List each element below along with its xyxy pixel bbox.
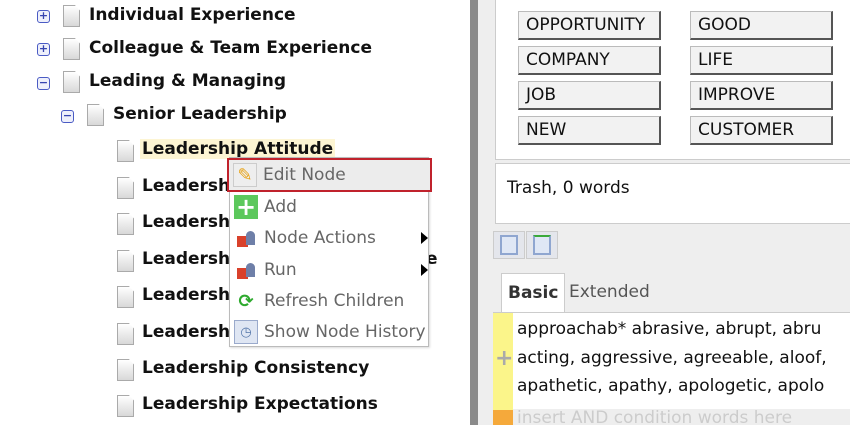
panel-splitter[interactable]	[470, 0, 478, 425]
expand-icon[interactable]: +	[37, 10, 50, 23]
pencil-icon: ✎	[233, 163, 257, 187]
condition-line: apathetic, apathy, apologetic, apolo	[517, 376, 825, 396]
refresh-icon: ⟳	[238, 290, 254, 312]
tree-node-colleague-team-experience[interactable]: Colleague & Team Experience	[89, 38, 372, 58]
menu-item-label: Show Node History	[264, 322, 426, 342]
file-icon	[117, 323, 134, 345]
menu-item-label: Edit Node	[263, 165, 346, 185]
menu-item-label: Refresh Children	[264, 291, 405, 311]
file-icon	[63, 38, 80, 60]
or-condition-strip: +	[493, 313, 513, 410]
tree-node-leadership[interactable]: Leadershi	[142, 176, 236, 196]
word-button[interactable]: LIFE	[690, 46, 833, 75]
category-tree-panel: + Individual Experience + Colleague & Te…	[0, 0, 470, 425]
menu-item-node-actions[interactable]: Node Actions	[230, 223, 428, 253]
word-button[interactable]: NEW	[518, 116, 661, 145]
word-button[interactable]: OPPORTUNITY	[518, 11, 661, 40]
menu-item-run[interactable]: Run	[230, 255, 428, 285]
file-icon	[63, 71, 80, 93]
tree-node-leadership-attitude[interactable]: Leadership Attitude	[140, 139, 336, 159]
tab-extended[interactable]: Extended	[563, 273, 656, 312]
tree-node-leadership[interactable]: Leadershi	[142, 249, 236, 269]
menu-item-label: Node Actions	[264, 228, 376, 248]
node-editor-panel: OPPORTUNITY GOOD COMPANY LIFE JOB IMPROV…	[478, 0, 850, 428]
trash-box[interactable]: Trash, 0 words	[495, 163, 850, 224]
collapse-icon[interactable]: −	[37, 77, 50, 90]
file-icon	[117, 177, 134, 199]
word-suggestions-box: OPPORTUNITY GOOD COMPANY LIFE JOB IMPROV…	[495, 0, 850, 160]
word-button[interactable]: COMPANY	[518, 46, 661, 75]
tree-node-senior-leadership[interactable]: Senior Leadership	[113, 104, 287, 124]
tree-node-leadership[interactable]: Leadershi	[142, 322, 236, 342]
file-icon	[117, 250, 134, 272]
tree-node-leadership-consistency[interactable]: Leadership Consistency	[142, 358, 369, 378]
file-icon	[87, 104, 104, 126]
menu-item-edit-node[interactable]: ✎ Edit Node	[227, 158, 432, 192]
save-button[interactable]	[493, 231, 525, 259]
submenu-arrow-icon	[421, 232, 428, 244]
and-condition-strip	[493, 410, 513, 425]
condition-words-text[interactable]: approachab* abrasive, abrupt, abru actin…	[517, 315, 827, 401]
run-icon	[234, 258, 258, 282]
save-icon	[500, 235, 518, 255]
plus-icon: +	[495, 346, 514, 371]
condition-line: approachab* abrasive, abrupt, abru	[517, 319, 822, 339]
tree-node-leadership-expectations[interactable]: Leadership Expectations	[142, 394, 378, 414]
tree-node-individual-experience[interactable]: Individual Experience	[89, 5, 296, 25]
file-icon	[117, 213, 134, 235]
file-icon	[117, 140, 134, 162]
condition-words-editor[interactable]: + approachab* abrasive, abrupt, abru act…	[493, 312, 850, 410]
tab-basic[interactable]: Basic	[501, 273, 566, 312]
tree-node-leadership[interactable]: Leadershi	[142, 285, 236, 305]
condition-line: acting, aggressive, agreeable, aloof,	[517, 347, 827, 368]
word-button[interactable]: GOOD	[690, 11, 833, 40]
tree-node-leadership[interactable]: Leadershi	[142, 212, 236, 232]
expand-icon[interactable]: +	[37, 43, 50, 56]
file-icon	[117, 359, 134, 381]
word-button[interactable]: JOB	[518, 81, 661, 110]
menu-item-add[interactable]: + Add	[230, 192, 428, 222]
menu-item-show-node-history[interactable]: ◷ Show Node History	[230, 317, 428, 347]
revert-button[interactable]	[526, 231, 558, 259]
menu-item-label: Run	[264, 260, 297, 280]
history-icon: ◷	[234, 320, 258, 344]
file-icon	[117, 286, 134, 308]
revert-save-icon	[533, 235, 551, 255]
tree-node-leading-managing[interactable]: Leading & Managing	[89, 71, 286, 91]
word-button[interactable]: IMPROVE	[690, 81, 833, 110]
file-icon	[63, 5, 80, 27]
context-menu: ✎ Edit Node + Add Node Actions Run ⟳ Ref…	[227, 157, 432, 347]
node-actions-icon	[234, 226, 258, 250]
plus-icon: +	[234, 193, 258, 221]
menu-item-refresh-children[interactable]: ⟳ Refresh Children	[230, 286, 428, 316]
and-condition-input[interactable]: insert AND condition words here	[517, 408, 792, 428]
file-icon	[117, 395, 134, 417]
menu-item-label: Add	[264, 197, 297, 217]
word-button[interactable]: CUSTOMER	[690, 116, 833, 145]
submenu-arrow-icon	[421, 264, 428, 276]
collapse-icon[interactable]: −	[61, 110, 74, 123]
